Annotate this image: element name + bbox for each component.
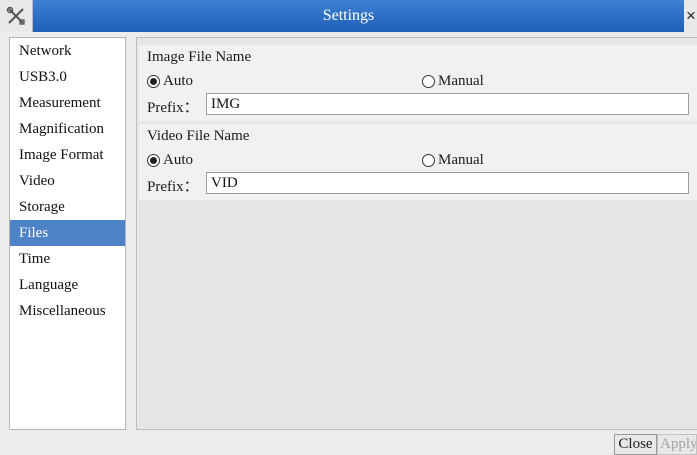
radio-checked-icon: [147, 75, 160, 88]
video-prefix-label: Prefix：: [147, 179, 199, 195]
sidebar-item-time[interactable]: Time: [10, 246, 125, 272]
image-manual-radio[interactable]: Manual: [422, 73, 484, 90]
apply-button[interactable]: Apply: [657, 434, 697, 455]
radio-unchecked-icon: [422, 154, 435, 167]
close-icon: ×: [686, 6, 696, 25]
video-file-name-group: Video File Name Auto Manual Prefix：: [139, 124, 697, 200]
video-auto-radio[interactable]: Auto: [147, 152, 193, 169]
image-naming-mode: Auto Manual: [147, 73, 697, 93]
video-manual-label: Manual: [438, 152, 484, 168]
sidebar-item-storage[interactable]: Storage: [10, 194, 125, 220]
image-manual-label: Manual: [438, 73, 484, 89]
video-prefix-input[interactable]: [206, 172, 689, 194]
sidebar-item-network[interactable]: Network: [10, 38, 125, 64]
sidebar-item-miscellaneous[interactable]: Miscellaneous: [10, 298, 125, 324]
video-file-name-heading: Video File Name: [147, 128, 250, 144]
sidebar-item-image-format[interactable]: Image Format: [10, 142, 125, 168]
video-manual-radio[interactable]: Manual: [422, 152, 484, 169]
image-file-name-group: Image File Name Auto Manual Prefix：: [139, 45, 697, 121]
image-prefix-label: Prefix：: [147, 100, 199, 116]
radio-checked-icon: [147, 154, 160, 167]
sidebar-item-files[interactable]: Files: [10, 220, 125, 246]
title-bar: Settings ×: [0, 0, 697, 32]
video-auto-label: Auto: [163, 152, 193, 168]
window-title: Settings: [322, 7, 375, 24]
radio-unchecked-icon: [422, 75, 435, 88]
image-file-name-heading: Image File Name: [147, 49, 252, 65]
sidebar-item-video[interactable]: Video: [10, 168, 125, 194]
image-auto-radio[interactable]: Auto: [147, 73, 193, 90]
image-auto-label: Auto: [163, 73, 193, 89]
settings-category-list: Network USB3.0 Measurement Magnification…: [9, 37, 126, 430]
sidebar-item-magnification[interactable]: Magnification: [10, 116, 125, 142]
files-settings-panel: Image File Name Auto Manual Prefix： Vide…: [136, 37, 697, 430]
sidebar-item-usb3[interactable]: USB3.0: [10, 64, 125, 90]
close-button[interactable]: Close: [614, 434, 657, 455]
image-prefix-input[interactable]: [206, 93, 689, 115]
sidebar-item-measurement[interactable]: Measurement: [10, 90, 125, 116]
sidebar-item-language[interactable]: Language: [10, 272, 125, 298]
close-window-button[interactable]: ×: [684, 0, 697, 32]
video-naming-mode: Auto Manual: [147, 152, 697, 172]
